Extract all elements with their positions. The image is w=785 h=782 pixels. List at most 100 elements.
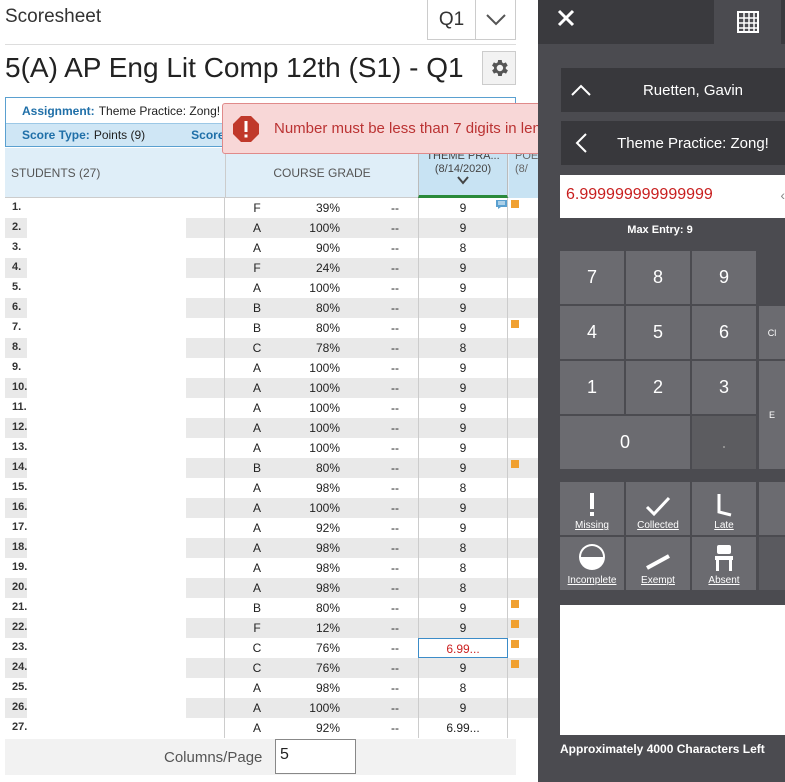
flag-icon[interactable] xyxy=(511,460,519,468)
student-name-redacted[interactable] xyxy=(27,318,186,338)
score-cell[interactable]: 6.99... xyxy=(418,638,508,658)
student-name-redacted[interactable] xyxy=(27,198,186,218)
key-9[interactable]: 9 xyxy=(692,251,756,304)
enter-key[interactable]: E xyxy=(759,361,785,469)
student-name-redacted[interactable] xyxy=(27,418,186,438)
absent-button[interactable]: Absent xyxy=(692,537,756,590)
chevron-down-icon[interactable] xyxy=(476,0,515,39)
key-7[interactable]: 7 xyxy=(560,251,624,304)
score-cell[interactable]: 8 xyxy=(418,678,508,698)
student-name-redacted[interactable] xyxy=(27,718,186,738)
score-cell[interactable]: 9 xyxy=(418,318,508,338)
student-name-redacted[interactable] xyxy=(27,458,186,478)
student-name-redacted[interactable] xyxy=(27,698,186,718)
score-cell[interactable]: 9 xyxy=(418,378,508,398)
student-name-redacted[interactable] xyxy=(27,498,186,518)
score-cell[interactable]: 9 xyxy=(418,198,508,218)
student-name-redacted[interactable] xyxy=(27,438,186,458)
grid-view-tab[interactable] xyxy=(714,0,781,44)
flag-icon[interactable] xyxy=(511,660,519,668)
student-name-redacted[interactable] xyxy=(27,278,186,298)
missing-button[interactable]: Missing xyxy=(560,482,624,535)
student-name-redacted[interactable] xyxy=(27,358,186,378)
previous-student-button[interactable] xyxy=(561,68,601,112)
score-cell[interactable]: 8 xyxy=(418,478,508,498)
score-cell[interactable]: 9 xyxy=(418,598,508,618)
score-cell[interactable]: 8 xyxy=(418,338,508,358)
flag-icon[interactable] xyxy=(511,620,519,628)
score-cell[interactable]: 9 xyxy=(418,258,508,278)
late-button[interactable]: Late xyxy=(692,482,756,535)
columns-per-page-input[interactable]: 5 xyxy=(275,739,356,774)
student-name-redacted[interactable] xyxy=(27,478,186,498)
student-name-redacted[interactable] xyxy=(27,338,186,358)
key-3[interactable]: 3 xyxy=(692,361,756,414)
chevron-left-icon[interactable]: ‹ xyxy=(780,187,785,203)
column-divider xyxy=(224,678,225,698)
flag-icon[interactable] xyxy=(511,200,519,208)
student-name-redacted[interactable] xyxy=(27,678,186,698)
student-name-redacted[interactable] xyxy=(27,218,186,238)
score-cell[interactable]: 9 xyxy=(418,698,508,718)
comment-field[interactable] xyxy=(560,605,785,735)
student-name-redacted[interactable] xyxy=(27,598,186,618)
score-cell[interactable]: 9 xyxy=(418,418,508,438)
score-cell[interactable]: 9 xyxy=(418,218,508,238)
score-cell[interactable]: 9 xyxy=(418,438,508,458)
row-number: 4. xyxy=(12,261,22,273)
student-name-redacted[interactable] xyxy=(27,518,186,538)
score-cell[interactable]: 9 xyxy=(418,658,508,678)
student-name-redacted[interactable] xyxy=(27,398,186,418)
course-grade-header[interactable]: COURSE GRADE xyxy=(225,148,418,198)
score-cell[interactable]: 8 xyxy=(418,238,508,258)
flag-icon[interactable] xyxy=(511,600,519,608)
flag-icon[interactable] xyxy=(511,640,519,648)
student-name-redacted[interactable] xyxy=(27,638,186,658)
score-cell[interactable]: 8 xyxy=(418,558,508,578)
student-name-redacted[interactable] xyxy=(27,258,186,278)
score-cell[interactable]: 9 xyxy=(418,518,508,538)
student-name-redacted[interactable] xyxy=(27,578,186,598)
score-entry-field[interactable]: 6.999999999999999 ‹ xyxy=(560,175,785,218)
period-select[interactable]: Q1 xyxy=(427,0,516,40)
incomplete-button[interactable]: Incomplete xyxy=(560,537,624,590)
next-column-header[interactable]: POE (8/ xyxy=(509,148,538,198)
student-name-redacted[interactable] xyxy=(27,618,186,638)
more-status-button[interactable] xyxy=(759,482,785,535)
student-name-redacted[interactable] xyxy=(27,658,186,678)
settings-button[interactable] xyxy=(482,51,516,85)
score-cell[interactable]: 9 xyxy=(418,398,508,418)
score-cell[interactable]: 9 xyxy=(418,618,508,638)
key-decimal[interactable]: . xyxy=(692,416,756,469)
key-0[interactable]: 0 xyxy=(560,416,690,469)
previous-assignment-button[interactable] xyxy=(561,121,601,165)
key-8[interactable]: 8 xyxy=(626,251,690,304)
flag-icon[interactable] xyxy=(511,320,519,328)
score-cell[interactable]: 9 xyxy=(418,458,508,478)
key-5[interactable]: 5 xyxy=(626,306,690,359)
student-name-redacted[interactable] xyxy=(27,238,186,258)
score-cell[interactable]: 9 xyxy=(418,358,508,378)
score-cell[interactable]: 8 xyxy=(418,578,508,598)
score-cell[interactable]: 6.99... xyxy=(418,718,508,738)
score-cell[interactable]: 9 xyxy=(418,298,508,318)
student-name-redacted[interactable] xyxy=(27,558,186,578)
assignment-column-header[interactable]: THEME PRA... (8/14/2020) xyxy=(418,148,508,198)
scroll-status-button[interactable] xyxy=(759,537,785,590)
comment-icon[interactable] xyxy=(496,200,507,209)
key-6[interactable]: 6 xyxy=(692,306,756,359)
student-name-redacted[interactable] xyxy=(27,538,186,558)
clear-key[interactable]: Cl xyxy=(759,306,785,359)
students-header[interactable]: STUDENTS (27) xyxy=(11,166,100,180)
key-4[interactable]: 4 xyxy=(560,306,624,359)
score-cell[interactable]: 8 xyxy=(418,538,508,558)
key-1[interactable]: 1 xyxy=(560,361,624,414)
close-icon[interactable] xyxy=(555,7,577,29)
key-2[interactable]: 2 xyxy=(626,361,690,414)
student-name-redacted[interactable] xyxy=(27,298,186,318)
exempt-button[interactable]: Exempt xyxy=(626,537,690,590)
student-name-redacted[interactable] xyxy=(27,378,186,398)
score-cell[interactable]: 9 xyxy=(418,278,508,298)
score-cell[interactable]: 9 xyxy=(418,498,508,518)
collected-button[interactable]: Collected xyxy=(626,482,690,535)
